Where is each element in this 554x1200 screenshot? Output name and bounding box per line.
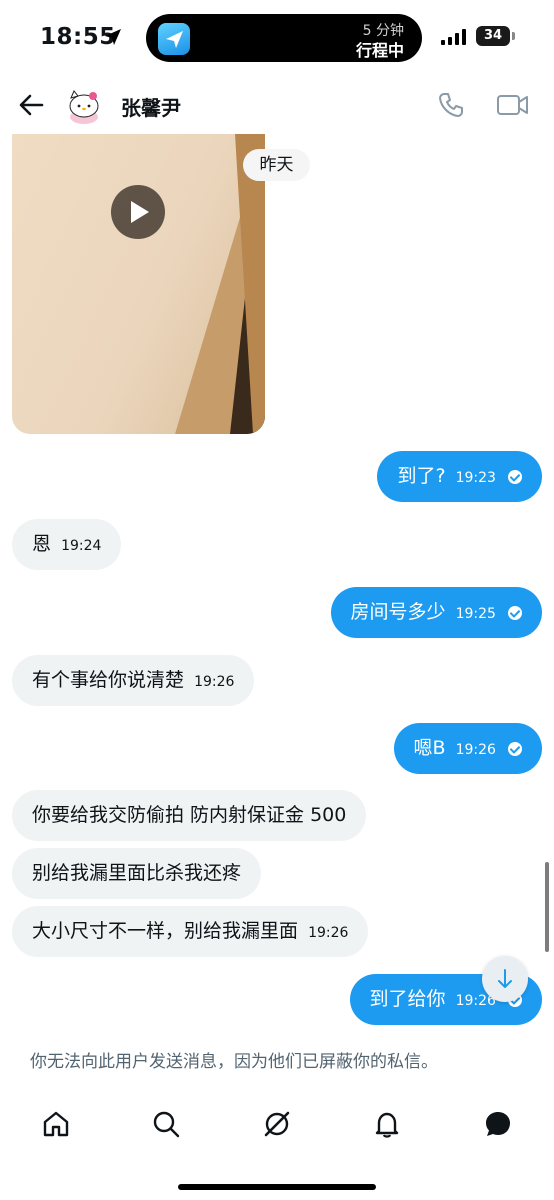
message-incoming[interactable]: 别给我漏里面比杀我还疼 xyxy=(12,848,262,899)
sent-check-icon xyxy=(508,470,522,484)
sent-check-icon xyxy=(508,742,522,756)
conversation-header: 张馨尹 xyxy=(0,78,554,134)
message-text: 嗯B xyxy=(413,737,446,759)
message-text: 别给我漏里面比杀我还疼 xyxy=(32,862,242,884)
tab-bar xyxy=(0,1100,554,1152)
status-bar: 18:55 5 分钟 行程中 34 xyxy=(0,0,554,78)
message-text: 房间号多少 xyxy=(350,601,446,623)
play-icon[interactable] xyxy=(111,185,165,239)
message-outgoing[interactable]: 嗯B 19:26 xyxy=(393,723,542,774)
message-text: 到了? xyxy=(397,465,446,487)
arrow-down-icon xyxy=(498,969,512,988)
home-icon[interactable] xyxy=(40,1108,72,1140)
video-camera-icon[interactable] xyxy=(496,90,530,120)
search-icon[interactable] xyxy=(150,1108,182,1140)
battery-tip xyxy=(512,32,515,40)
dynamic-island[interactable]: 5 分钟 行程中 xyxy=(146,14,422,62)
scroll-to-bottom-button[interactable] xyxy=(482,956,528,1002)
message-text: 有个事给你说清楚 xyxy=(32,669,185,691)
message-outgoing[interactable]: 到了? 19:23 xyxy=(377,451,542,502)
message-time: 19:26 xyxy=(455,742,496,758)
navigation-app-icon xyxy=(158,23,190,55)
trip-status: 行程中 xyxy=(355,41,404,60)
battery-icon: 34 xyxy=(476,26,510,46)
video-message[interactable] xyxy=(12,134,265,434)
messages-icon[interactable] xyxy=(482,1108,514,1140)
message-text: 你要给我交防偷拍 防内射保证金 500 xyxy=(32,804,347,826)
message-incoming[interactable]: 有个事给你说清楚 19:26 xyxy=(12,655,255,706)
message-incoming[interactable]: 大小尺寸不一样，别给我漏里面 19:26 xyxy=(12,906,369,957)
message-time: 19:24 xyxy=(61,538,102,554)
message-incoming[interactable]: 恩 19:24 xyxy=(12,519,122,570)
sent-check-icon xyxy=(508,606,522,620)
message-time: 19:23 xyxy=(455,470,496,486)
back-arrow-icon[interactable] xyxy=(16,90,46,120)
grok-icon[interactable] xyxy=(261,1108,293,1140)
blocked-notice: 你无法向此用户发送消息，因为他们已屏蔽你的私信。 xyxy=(30,1052,438,1072)
phone-icon[interactable] xyxy=(436,90,466,120)
date-chip: 昨天 xyxy=(243,149,310,181)
message-incoming[interactable]: 你要给我交防偷拍 防内射保证金 500 xyxy=(12,790,367,841)
signal-icon xyxy=(441,29,466,45)
message-outgoing[interactable]: 房间号多少 19:25 xyxy=(330,587,542,638)
contact-name[interactable]: 张馨尹 xyxy=(121,92,181,121)
message-text: 到了给你 xyxy=(369,988,446,1010)
scrollbar[interactable] xyxy=(545,862,549,952)
location-arrow-icon xyxy=(105,29,121,45)
message-text: 恩 xyxy=(32,533,52,555)
home-indicator[interactable] xyxy=(178,1184,376,1190)
message-time: 19:25 xyxy=(455,606,496,622)
message-text: 大小尺寸不一样，别给我漏里面 xyxy=(32,920,299,942)
message-time: 19:26 xyxy=(308,925,349,941)
notifications-icon[interactable] xyxy=(371,1108,403,1140)
avatar[interactable] xyxy=(64,85,104,125)
message-time: 19:26 xyxy=(194,674,235,690)
